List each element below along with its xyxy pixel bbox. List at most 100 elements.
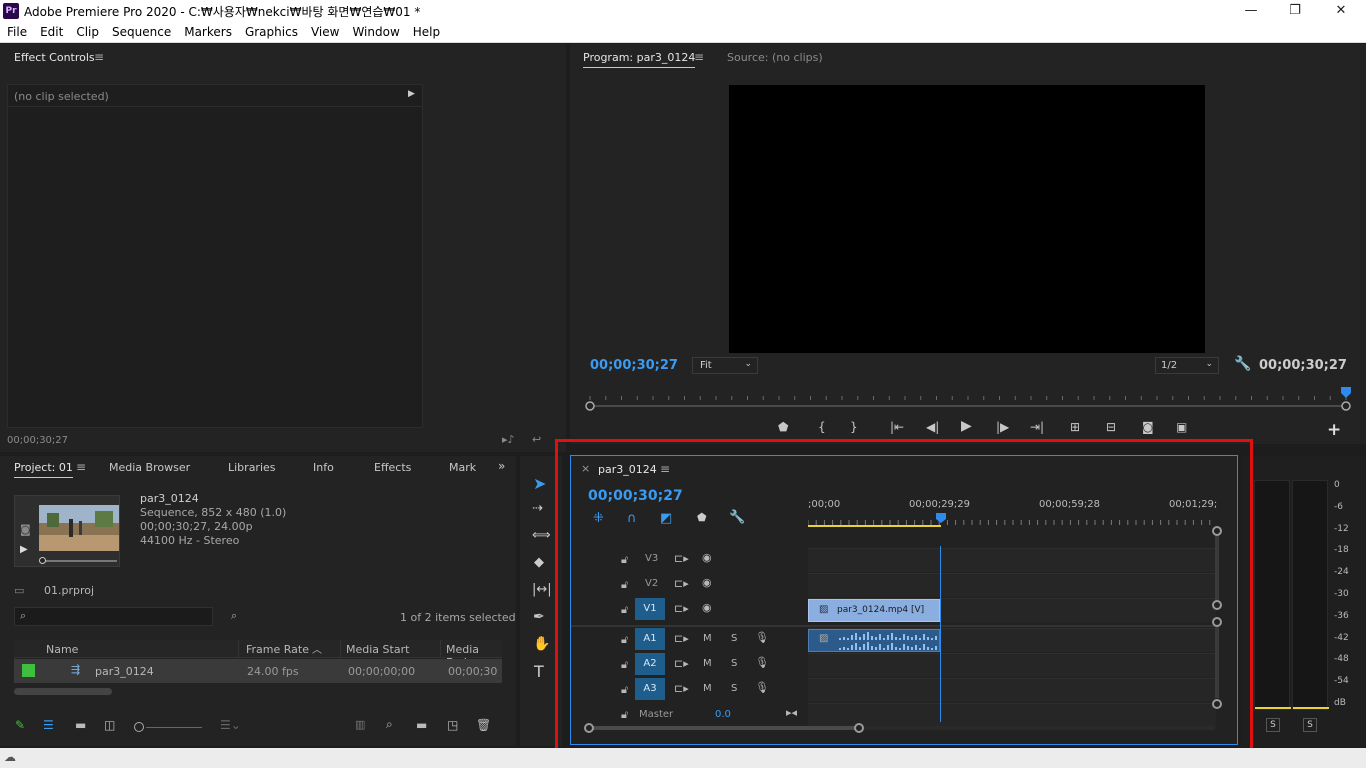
menu-help[interactable]: Help bbox=[406, 22, 446, 39]
tab-effect-controls[interactable]: Effect Controls bbox=[14, 51, 95, 64]
track-master[interactable] bbox=[808, 703, 1216, 727]
find-icon[interactable]: ⌕ bbox=[386, 717, 393, 732]
ripple-edit-tool-icon[interactable]: ⟺ bbox=[532, 528, 551, 543]
sync-lock-icon[interactable]: ⊏▸ bbox=[674, 657, 689, 670]
comparison-view-icon[interactable]: ▣ bbox=[1176, 420, 1187, 434]
nest-sequence-icon[interactable]: ⁜ bbox=[593, 511, 604, 526]
extract-icon[interactable]: ⊟ bbox=[1106, 420, 1116, 434]
track-v2[interactable] bbox=[808, 573, 1216, 597]
audio-clip[interactable]: ▨ bbox=[808, 629, 940, 652]
snap-magnet-icon[interactable]: ∩ bbox=[627, 511, 637, 526]
column-frame-rate[interactable]: Frame Rate bbox=[246, 643, 309, 656]
maximize-button[interactable]: ❐ bbox=[1281, 2, 1309, 20]
sync-lock-icon[interactable]: ⊏▸ bbox=[674, 577, 689, 590]
tab-media-browser[interactable]: Media Browser bbox=[109, 461, 190, 474]
new-bin-icon[interactable]: ▬ bbox=[416, 718, 427, 732]
track-target-a1[interactable]: A1 bbox=[635, 628, 665, 650]
panel-menu-icon[interactable]: ≡ bbox=[94, 50, 104, 64]
pen-tool-icon[interactable]: ✒ bbox=[533, 609, 545, 625]
go-to-in-icon[interactable]: |⇤ bbox=[890, 420, 904, 434]
solo-left-button[interactable]: S bbox=[1266, 718, 1280, 732]
step-forward-icon[interactable]: |▶ bbox=[996, 420, 1009, 434]
sort-ascending-icon[interactable]: ︿ bbox=[312, 641, 322, 656]
trash-icon[interactable]: 🗑 bbox=[476, 718, 491, 732]
go-to-edit-point-icon[interactable]: ▸◂ bbox=[786, 706, 797, 719]
lock-icon[interactable]: 🔓︎ bbox=[621, 708, 628, 722]
menu-edit[interactable]: Edit bbox=[33, 22, 69, 39]
new-item-icon[interactable]: ◳ bbox=[447, 718, 458, 732]
mark-out-icon[interactable]: } bbox=[850, 420, 858, 434]
menu-graphics[interactable]: Graphics bbox=[238, 22, 304, 39]
tab-project[interactable]: Project: 01 bbox=[14, 461, 73, 478]
tab-info[interactable]: Info bbox=[313, 461, 334, 474]
master-volume[interactable]: 0.0 bbox=[715, 709, 731, 720]
eye-icon[interactable]: ◉ bbox=[702, 576, 712, 589]
return-icon[interactable]: ↩ bbox=[532, 433, 541, 446]
sort-icon[interactable]: ☰⌄ bbox=[220, 718, 241, 732]
close-button[interactable]: ✕ bbox=[1327, 2, 1355, 20]
tab-effects[interactable]: Effects bbox=[374, 461, 411, 474]
track-v3[interactable] bbox=[808, 548, 1216, 572]
camera-icon[interactable]: ◙ bbox=[1142, 420, 1154, 434]
lock-icon[interactable]: 🔓︎ bbox=[621, 658, 628, 672]
track-target-a2[interactable]: A2 bbox=[635, 653, 665, 675]
table-row[interactable]: ⇶ par3_0124 24.00 fps 00;00;00;00 00;00;… bbox=[14, 659, 502, 683]
slip-tool-icon[interactable]: |↔| bbox=[532, 582, 552, 597]
tab-libraries[interactable]: Libraries bbox=[228, 461, 276, 474]
tab-markers[interactable]: Mark bbox=[449, 461, 476, 474]
clip-thumbnail[interactable]: ◙ ▶ bbox=[14, 495, 120, 567]
tab-program-monitor[interactable]: Program: par3_0124 bbox=[583, 51, 696, 68]
mark-in-icon[interactable]: { bbox=[818, 420, 826, 434]
panel-menu-icon[interactable]: ≡ bbox=[660, 462, 670, 476]
more-panels-icon[interactable]: » bbox=[498, 459, 505, 473]
eye-icon[interactable]: ◉ bbox=[702, 551, 712, 564]
solo-button[interactable]: S bbox=[731, 633, 737, 644]
expand-arrow-icon[interactable]: ▶ bbox=[408, 89, 415, 99]
label-color-swatch[interactable] bbox=[22, 664, 35, 677]
tab-source-monitor[interactable]: Source: (no clips) bbox=[727, 51, 823, 64]
audio-vertical-scrollbar[interactable] bbox=[1215, 618, 1219, 698]
step-back-icon[interactable]: ◀| bbox=[926, 420, 939, 434]
menu-markers[interactable]: Markers bbox=[177, 22, 238, 39]
horizontal-scrollbar[interactable] bbox=[14, 688, 112, 695]
menu-clip[interactable]: Clip bbox=[69, 22, 105, 39]
pencil-icon[interactable]: ✎ bbox=[15, 718, 25, 732]
minimize-button[interactable]: — bbox=[1237, 2, 1265, 20]
lock-icon[interactable]: 🔓︎ bbox=[621, 633, 628, 647]
add-marker-icon[interactable]: ⬟ bbox=[697, 511, 707, 524]
track-a1[interactable]: ▨ bbox=[808, 628, 1216, 652]
panel-menu-icon[interactable]: ≡ bbox=[694, 50, 704, 64]
timeline-ruler[interactable]: ;00;00 00;00;29;29 00;00;59;28 00;01;29; bbox=[808, 496, 1217, 530]
track-target-v1[interactable]: V1 bbox=[635, 598, 665, 620]
zoom-select[interactable]: Fit ⌄ bbox=[692, 357, 758, 374]
video-clip[interactable]: ▨ par3_0124.mp4 [V] bbox=[808, 599, 940, 622]
lift-icon[interactable]: ⊞ bbox=[1070, 420, 1080, 434]
video-audio-divider[interactable] bbox=[571, 625, 1216, 627]
track-select-tool-icon[interactable]: ⇢ bbox=[532, 501, 543, 516]
menu-file[interactable]: File bbox=[0, 22, 33, 39]
lock-icon[interactable]: 🔓︎ bbox=[621, 553, 628, 567]
automate-to-sequence-icon[interactable]: ▥ bbox=[355, 718, 365, 731]
wrench-icon[interactable]: 🔧 bbox=[729, 510, 745, 525]
lock-icon[interactable]: 🔓︎ bbox=[621, 683, 628, 697]
eye-icon[interactable]: ◉ bbox=[702, 601, 712, 614]
scroll-handle[interactable] bbox=[1212, 600, 1222, 610]
export-audio-icon[interactable]: ▸♪ bbox=[502, 433, 515, 446]
close-tab-icon[interactable]: × bbox=[581, 462, 590, 475]
icon-view-icon[interactable]: ▬ bbox=[75, 718, 86, 732]
mute-button[interactable]: M bbox=[703, 633, 712, 644]
go-to-out-icon[interactable]: ⇥| bbox=[1030, 420, 1044, 434]
mute-button[interactable]: M bbox=[703, 658, 712, 669]
zoom-slider-handle[interactable] bbox=[134, 722, 144, 732]
zoom-slider[interactable] bbox=[146, 727, 202, 728]
microphone-icon[interactable]: 🎙︎ bbox=[755, 631, 769, 644]
linked-selection-icon[interactable]: ◩ bbox=[660, 511, 672, 526]
mute-button[interactable]: M bbox=[703, 683, 712, 694]
sync-lock-icon[interactable]: ⊏▸ bbox=[674, 632, 689, 645]
playhead-line[interactable] bbox=[940, 546, 941, 722]
selection-tool-icon[interactable]: ➤ bbox=[533, 474, 546, 493]
column-name[interactable]: Name bbox=[46, 643, 78, 656]
hand-tool-icon[interactable]: ✋ bbox=[533, 636, 550, 652]
solo-right-button[interactable]: S bbox=[1303, 718, 1317, 732]
track-target-a3[interactable]: A3 bbox=[635, 678, 665, 700]
